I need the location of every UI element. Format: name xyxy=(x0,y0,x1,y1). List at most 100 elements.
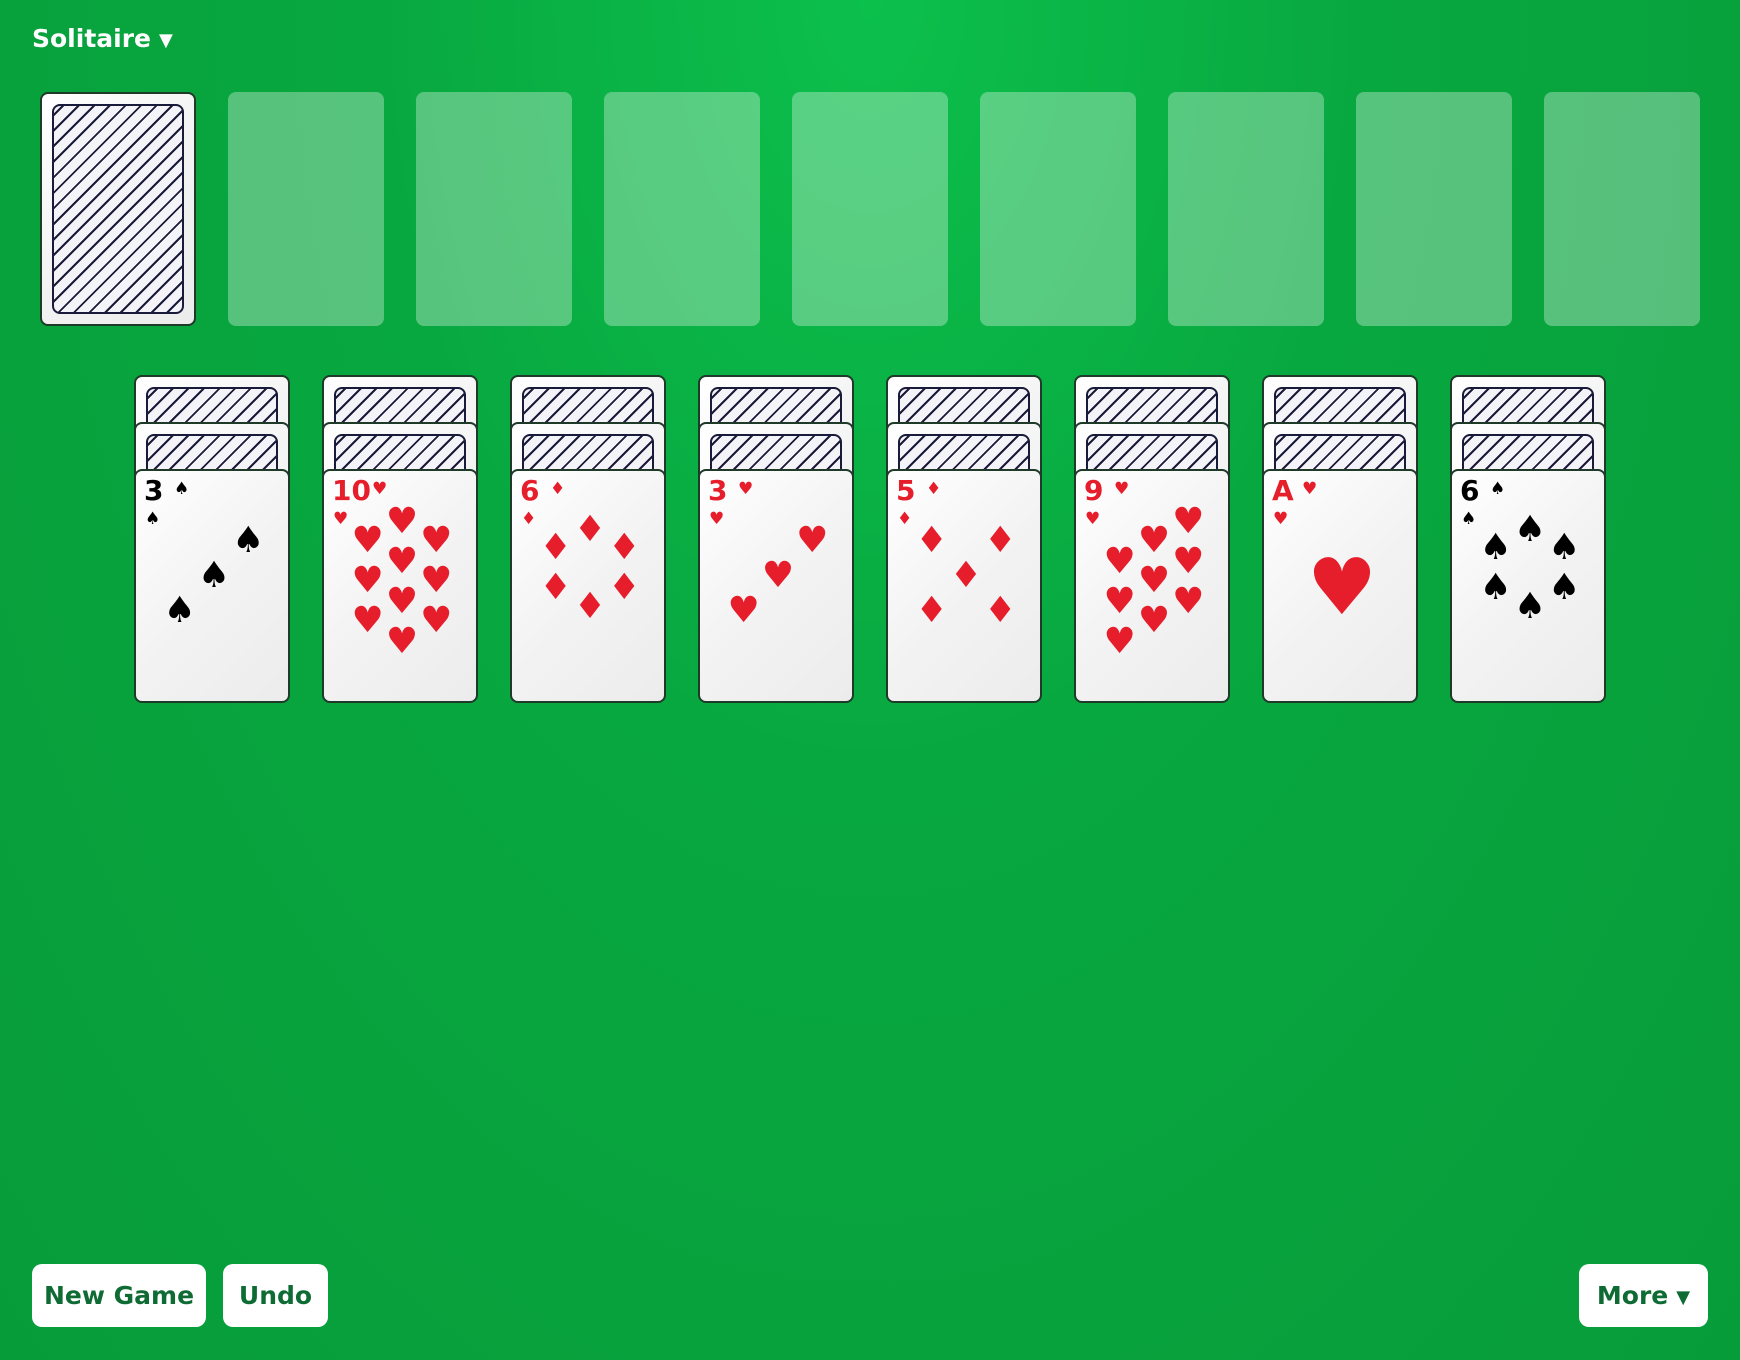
undo-button[interactable]: Undo xyxy=(223,1264,328,1327)
card-pip: ♠ xyxy=(1513,508,1547,550)
tableau-column[interactable]: 3 ♠ ♠ ♠ ♠ ♠ xyxy=(134,375,290,705)
undo-label: Undo xyxy=(238,1281,313,1310)
card-pip: ♠ xyxy=(1479,567,1512,608)
empty-pile-slot[interactable] xyxy=(1168,92,1324,326)
face-up-card[interactable]: A ♥ ♥ ♥ xyxy=(1262,469,1418,703)
card-rank: 9 xyxy=(1084,474,1104,507)
suit-icon: ♦ xyxy=(926,479,942,499)
card-pip: ♦ xyxy=(608,567,641,608)
card-pip: ♥ xyxy=(420,599,453,641)
suit-icon: ♥ xyxy=(1302,479,1318,499)
card-pip: ♥ xyxy=(1137,559,1171,601)
card-pip: ♦ xyxy=(949,555,983,597)
card-pip: ♥ xyxy=(1172,501,1205,543)
card-pip: ♥ xyxy=(385,541,419,583)
card-pip: ♦ xyxy=(915,520,948,562)
card-rank: 3 xyxy=(144,474,164,507)
card-pip: ♠ xyxy=(1548,527,1581,569)
stock-pile[interactable] xyxy=(40,92,196,326)
face-up-card[interactable]: 3 ♥ ♥ ♥ ♥ ♥ xyxy=(698,469,854,703)
card-rank: 6 xyxy=(520,474,540,507)
tableau-column[interactable]: 6 ♠ ♠ ♠ ♠ ♠ ♠ ♠ ♠ xyxy=(1450,375,1606,705)
card-pip: ♥ xyxy=(1137,520,1171,562)
card-pip: ♥ xyxy=(1137,599,1171,641)
card-pip: ♥ xyxy=(796,520,829,562)
card-pip: ♥ xyxy=(351,559,384,601)
empty-pile-slot[interactable] xyxy=(604,92,760,326)
chevron-down-icon: ▼ xyxy=(159,30,173,51)
more-button[interactable]: More ▼ xyxy=(1579,1264,1708,1327)
card-pip: ♥ xyxy=(385,501,419,543)
suit-icon: ♥ xyxy=(709,509,725,529)
suit-icon: ♥ xyxy=(372,479,388,499)
face-up-card[interactable]: 6 ♦ ♦ ♦ ♦ ♦ ♦ ♦ ♦ xyxy=(510,469,666,703)
card-pip: ♠ xyxy=(232,520,265,562)
tableau-column[interactable]: A ♥ ♥ ♥ xyxy=(1262,375,1418,705)
card-pip: ♦ xyxy=(539,567,572,608)
tableau-column[interactable]: 9 ♥ ♥ ♥ ♥ ♥ ♥ ♥ ♥ ♥ ♥ ♥ xyxy=(1074,375,1230,705)
card-rank: 3 xyxy=(708,474,728,507)
card-rank: 6 xyxy=(1460,474,1480,507)
card-pip: ♥ xyxy=(1103,581,1136,623)
card-pip: ♥ xyxy=(385,620,419,662)
card-back-pattern xyxy=(52,104,184,314)
face-up-card[interactable]: 5 ♦ ♦ ♦ ♦ ♦ ♦ ♦ xyxy=(886,469,1042,703)
card-pip: ♦ xyxy=(984,520,1017,562)
card-pip: ♦ xyxy=(573,508,607,550)
suit-icon: ♠ xyxy=(145,509,161,529)
card-pip: ♥ xyxy=(351,520,384,562)
chevron-down-icon: ▼ xyxy=(1676,1287,1691,1308)
card-pip: ♠ xyxy=(1548,567,1581,608)
face-up-card[interactable]: 10 ♥ ♥ ♥ ♥ ♥ ♥ ♥ ♥ ♥ ♥ ♥ ♥ xyxy=(322,469,478,703)
card-pip: ♥ xyxy=(761,555,795,597)
card-rank: 10 xyxy=(332,474,371,507)
card-pip: ♦ xyxy=(915,590,948,632)
tableau-column[interactable]: 6 ♦ ♦ ♦ ♦ ♦ ♦ ♦ ♦ xyxy=(510,375,666,705)
empty-pile-slot[interactable] xyxy=(980,92,1136,326)
suit-icon: ♥ xyxy=(333,509,349,529)
empty-pile-slot[interactable] xyxy=(1356,92,1512,326)
suit-icon: ♥ xyxy=(1085,509,1101,529)
card-pip: ♥ xyxy=(351,599,384,641)
card-pip: ♠ xyxy=(1479,527,1512,569)
card-rank: A xyxy=(1272,474,1294,507)
card-pip: ♥ xyxy=(385,581,419,623)
card-pip: ♦ xyxy=(539,527,572,569)
tableau-column[interactable]: 10 ♥ ♥ ♥ ♥ ♥ ♥ ♥ ♥ ♥ ♥ ♥ ♥ xyxy=(322,375,478,705)
card-pip: ♥ xyxy=(1307,543,1377,633)
card-pip: ♥ xyxy=(420,559,453,601)
card-pip: ♥ xyxy=(1172,581,1205,623)
card-rank: 5 xyxy=(896,474,916,507)
more-label: More xyxy=(1596,1281,1669,1310)
empty-pile-slot[interactable] xyxy=(416,92,572,326)
card-pip: ♦ xyxy=(608,527,641,569)
tableau-column[interactable]: 5 ♦ ♦ ♦ ♦ ♦ ♦ ♦ xyxy=(886,375,1042,705)
card-pip: ♥ xyxy=(727,590,760,632)
suit-icon: ♦ xyxy=(521,509,537,529)
empty-pile-slot[interactable] xyxy=(228,92,384,326)
card-pip: ♥ xyxy=(1172,541,1205,583)
card-pip: ♠ xyxy=(197,555,231,597)
suit-icon: ♥ xyxy=(738,479,754,499)
tableau-column[interactable]: 3 ♥ ♥ ♥ ♥ ♥ xyxy=(698,375,854,705)
card-pip: ♥ xyxy=(1103,541,1136,583)
suit-icon: ♠ xyxy=(174,479,190,499)
suit-icon: ♦ xyxy=(550,479,566,499)
card-pip: ♦ xyxy=(573,585,607,627)
card-pip: ♠ xyxy=(163,590,196,632)
suit-icon: ♦ xyxy=(897,509,913,529)
card-pip: ♥ xyxy=(420,520,453,562)
face-up-card[interactable]: 9 ♥ ♥ ♥ ♥ ♥ ♥ ♥ ♥ ♥ ♥ ♥ xyxy=(1074,469,1230,703)
suit-icon: ♥ xyxy=(1273,509,1289,529)
suit-icon: ♠ xyxy=(1490,479,1506,499)
card-pip: ♠ xyxy=(1513,585,1547,627)
face-up-card[interactable]: 6 ♠ ♠ ♠ ♠ ♠ ♠ ♠ ♠ xyxy=(1450,469,1606,703)
face-up-card[interactable]: 3 ♠ ♠ ♠ ♠ ♠ xyxy=(134,469,290,703)
empty-pile-slot[interactable] xyxy=(792,92,948,326)
suit-icon: ♠ xyxy=(1461,509,1477,529)
new-game-button[interactable]: New Game xyxy=(32,1264,206,1327)
game-title: Solitaire xyxy=(32,24,151,53)
new-game-label: New Game xyxy=(43,1281,195,1310)
empty-pile-slot[interactable] xyxy=(1544,92,1700,326)
game-title-menu[interactable]: Solitaire ▼ xyxy=(32,24,173,53)
